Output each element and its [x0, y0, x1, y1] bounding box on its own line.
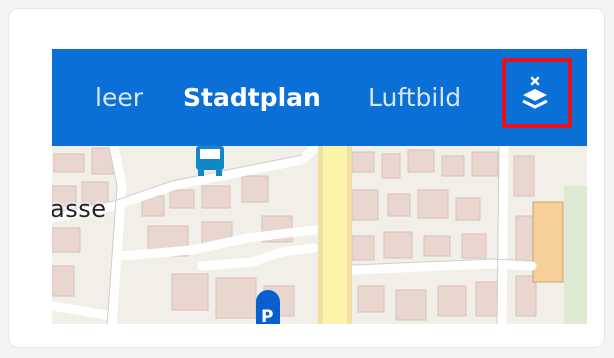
layer-option-stadtplan[interactable]: Stadtplan [183, 85, 321, 110]
map-canvas[interactable]: P [52, 146, 587, 324]
layer-switcher-bar: leer Stadtplan Luftbild [52, 49, 587, 146]
layers-close-icon [522, 76, 548, 109]
close-layer-switcher-button[interactable] [502, 58, 572, 128]
map-widget: P asse leer Stadtplan Luftbild [52, 49, 587, 324]
layer-option-luftbild[interactable]: Luftbild [368, 85, 461, 110]
svg-text:P: P [261, 307, 273, 324]
layer-option-leer[interactable]: leer [95, 85, 143, 110]
street-label: asse [52, 195, 107, 223]
parking-icon: P [256, 290, 280, 324]
